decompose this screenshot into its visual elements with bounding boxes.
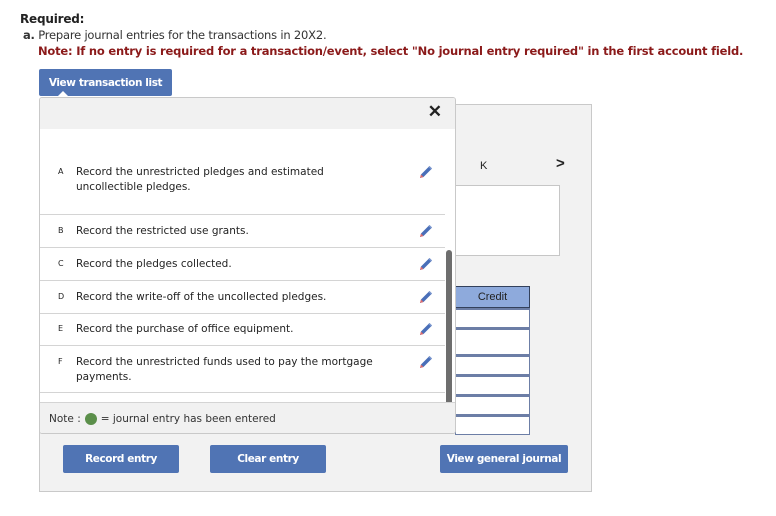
transaction-description-box [455, 185, 560, 256]
pencil-icon[interactable] [418, 321, 434, 337]
clear-entry-button[interactable]: Clear entry [210, 445, 326, 473]
pencil-icon[interactable] [418, 289, 434, 305]
transaction-item-c[interactable]: C Record the pledges collected. [40, 248, 445, 281]
transaction-item-d[interactable]: D Record the write-off of the uncollected… [40, 281, 445, 314]
transaction-text: Record the purchase of office equipment. [76, 323, 294, 335]
transaction-item-b[interactable]: B Record the restricted use grants. [40, 215, 445, 248]
pencil-icon[interactable] [418, 223, 434, 239]
legend-note: Note : = journal entry has been entered [40, 402, 455, 433]
pencil-icon[interactable] [418, 256, 434, 272]
transaction-item-e[interactable]: E Record the purchase of office equipment… [40, 314, 445, 346]
transaction-item-f[interactable]: F Record the unrestricted funds used to p… [40, 346, 445, 393]
credit-input[interactable] [455, 308, 530, 328]
transaction-letter: E [58, 324, 64, 333]
entered-indicator-icon [84, 412, 97, 425]
scrollbar[interactable] [446, 250, 452, 408]
note-prefix: Note : [49, 412, 81, 425]
transaction-letter: B [58, 226, 64, 235]
credit-header: Credit [455, 286, 530, 308]
pencil-icon[interactable] [418, 354, 434, 370]
credit-input[interactable] [455, 328, 530, 355]
transaction-text: Record the restricted use grants. [76, 225, 249, 237]
record-entry-button[interactable]: Record entry [63, 445, 179, 473]
transaction-item-g[interactable]: GRecord the investment income. [40, 393, 445, 402]
credit-input[interactable] [455, 375, 530, 395]
view-general-journal-button[interactable]: View general journal [440, 445, 568, 473]
credit-column: Credit [455, 286, 530, 435]
pencil-icon[interactable] [418, 164, 434, 180]
transaction-item-a[interactable]: A Record the unrestricted pledges and est… [40, 129, 445, 215]
transaction-list: A Record the unrestricted pledges and est… [40, 129, 445, 402]
transaction-text: Record the unrestricted pledges and esti… [76, 166, 324, 193]
transaction-letter: D [58, 292, 65, 301]
requirement-a: a. Prepare journal entries for the trans… [23, 28, 327, 42]
transaction-text: Record the write-off of the uncollected … [76, 291, 327, 303]
credit-input[interactable] [455, 355, 530, 375]
transaction-text: Record the unrestricted funds used to pa… [76, 356, 373, 383]
required-heading: Required: [20, 12, 85, 26]
transaction-letter: A [58, 167, 64, 176]
note-suffix: = journal entry has been entered [100, 412, 276, 425]
credit-input[interactable] [455, 395, 530, 415]
close-icon[interactable]: ✕ [428, 102, 442, 122]
transaction-list-popup: ✕ A Record the unrestricted pledges and e… [39, 97, 456, 434]
chevron-right-icon[interactable]: > [556, 155, 565, 172]
requirement-note: Note: If no entry is required for a tran… [38, 44, 744, 58]
popup-header: ✕ [40, 98, 455, 129]
transaction-letter: C [58, 259, 64, 268]
part-text: Prepare journal entries for the transact… [38, 28, 327, 42]
transaction-text: Record the pledges collected. [76, 258, 232, 270]
credit-input[interactable] [455, 415, 530, 435]
transaction-letter: F [58, 357, 63, 366]
transaction-id-label: K [480, 160, 488, 172]
part-letter: a. [23, 28, 35, 42]
